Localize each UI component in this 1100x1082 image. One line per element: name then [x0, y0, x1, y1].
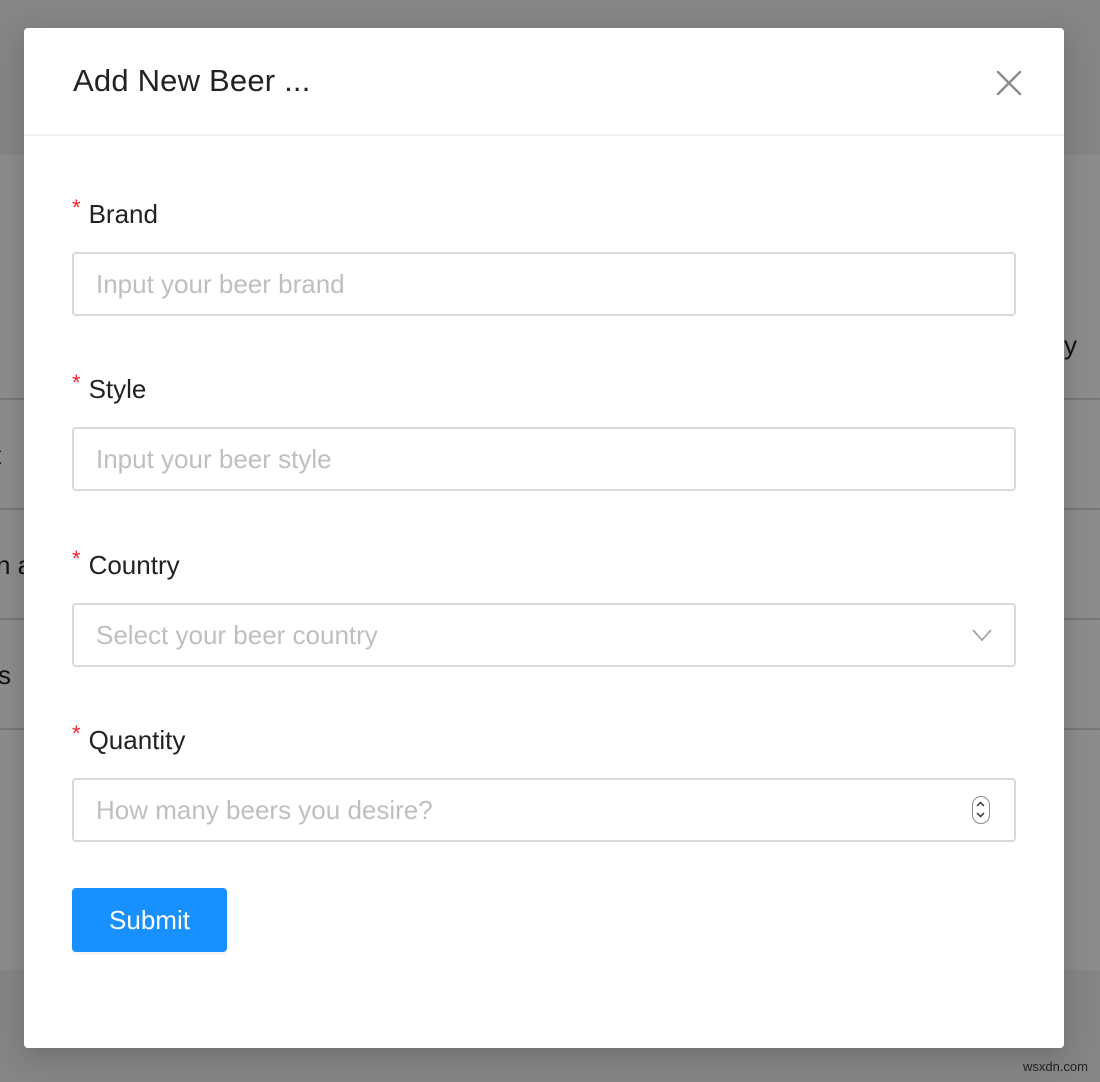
form-item-style: * Style	[72, 369, 1016, 491]
quantity-label-text: Quantity	[88, 725, 186, 755]
quantity-label: * Quantity	[72, 720, 1016, 760]
style-input-wrapper	[72, 427, 1016, 491]
form-item-brand: * Brand	[72, 194, 1016, 316]
add-beer-modal: Add New Beer ... * Brand * Style	[24, 28, 1064, 1048]
required-marker: *	[72, 370, 81, 395]
close-button[interactable]	[994, 68, 1024, 98]
country-select-placeholder: Select your beer country	[96, 620, 378, 650]
required-marker: *	[72, 546, 81, 571]
country-select[interactable]: Select your beer country	[72, 603, 1016, 667]
brand-input[interactable]	[74, 254, 1014, 314]
submit-button[interactable]: Submit	[72, 888, 227, 952]
style-label: * Style	[72, 369, 1016, 409]
brand-input-wrapper	[72, 252, 1016, 316]
close-icon	[994, 68, 1024, 98]
quantity-input-wrapper	[72, 778, 1016, 842]
required-marker: *	[72, 195, 81, 220]
chevron-down-icon	[972, 625, 992, 650]
watermark: wsxdn.com	[1022, 1059, 1088, 1074]
country-label: * Country	[72, 545, 1016, 585]
modal-header: Add New Beer ...	[24, 28, 1064, 136]
required-marker: *	[72, 721, 81, 746]
form-item-country: * Country Select your beer country	[72, 545, 1016, 667]
form-item-quantity: * Quantity	[72, 720, 1016, 842]
brand-label: * Brand	[72, 194, 1016, 234]
brand-label-text: Brand	[88, 199, 158, 229]
quantity-stepper[interactable]	[972, 796, 990, 824]
modal-title: Add New Beer ...	[73, 63, 311, 98]
style-input[interactable]	[74, 429, 1014, 489]
country-label-text: Country	[88, 550, 180, 580]
quantity-input[interactable]	[74, 780, 1014, 840]
style-label-text: Style	[88, 374, 147, 404]
